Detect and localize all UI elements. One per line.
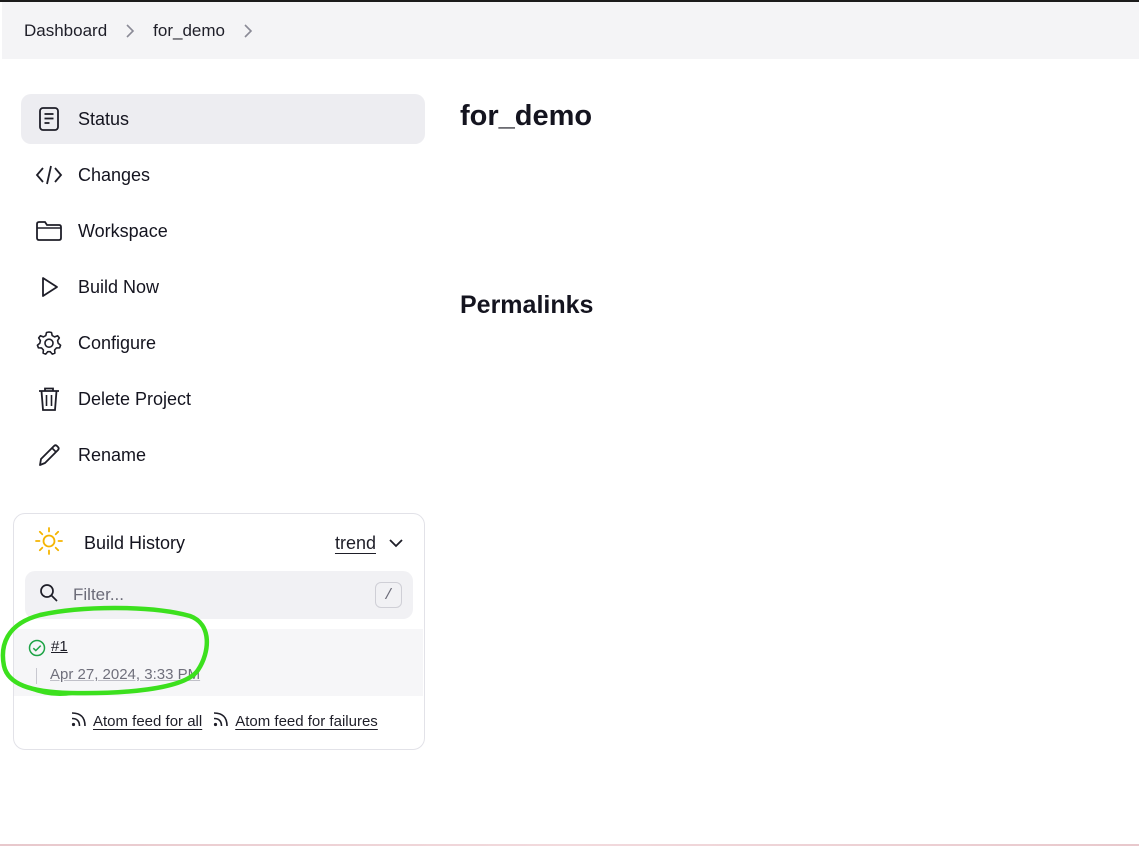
keyboard-shortcut-hint: /: [375, 582, 402, 608]
sidebar: Status Changes Workspace Build Now Confi…: [21, 94, 425, 486]
sidebar-item-label: Workspace: [78, 220, 168, 241]
rss-icon: [212, 710, 230, 732]
sidebar-item-build-now[interactable]: Build Now: [21, 262, 425, 312]
sidebar-item-rename[interactable]: Rename: [21, 430, 425, 480]
permalinks-heading: Permalinks: [460, 291, 594, 319]
chevron-down-icon[interactable]: [388, 536, 404, 554]
atom-feed-all-label: Atom feed for all: [93, 712, 203, 730]
atom-feed-all-link[interactable]: Atom feed for all: [70, 710, 202, 732]
search-icon: [39, 583, 59, 608]
build-date-link[interactable]: Apr 27, 2024, 3:33 PM: [50, 666, 200, 683]
build-history-header: Build History trend: [34, 526, 406, 561]
build-number-link[interactable]: #1: [51, 638, 68, 655]
status-icon: [35, 105, 63, 133]
filter-input[interactable]: [73, 585, 353, 605]
sidebar-item-label: Delete Project: [78, 388, 192, 409]
build-history-widget: Build History trend / #1 Apr 27, 2024, 3…: [13, 513, 425, 750]
bottom-border: [0, 844, 1139, 846]
atom-feed-failures-label: Atom feed for failures: [235, 712, 378, 730]
sidebar-item-label: Rename: [78, 444, 147, 465]
page-title: for_demo: [460, 100, 593, 132]
build-history-title: Build History: [84, 532, 186, 553]
sidebar-item-label: Build Now: [78, 276, 160, 297]
sidebar-item-workspace[interactable]: Workspace: [21, 206, 425, 256]
sidebar-item-delete-project[interactable]: Delete Project: [21, 374, 425, 424]
sun-icon: [34, 526, 64, 561]
code-icon: [35, 161, 63, 189]
chevron-right-icon[interactable]: [243, 23, 253, 39]
pencil-icon: [35, 441, 63, 469]
trash-icon: [35, 385, 63, 413]
breadcrumb: Dashboard for_demo: [2, 2, 1139, 59]
atom-feed-failures-link[interactable]: Atom feed for failures: [212, 710, 378, 732]
chevron-right-icon: [125, 23, 135, 39]
sidebar-item-status[interactable]: Status: [21, 94, 425, 144]
folder-icon: [35, 217, 63, 245]
filter-box: /: [25, 571, 413, 619]
atom-feeds: Atom feed for all Atom feed for failures: [70, 710, 378, 732]
build-divider: [36, 668, 37, 684]
sidebar-item-configure[interactable]: Configure: [21, 318, 425, 368]
play-icon: [35, 273, 63, 301]
trend-link[interactable]: trend: [335, 533, 376, 554]
build-row[interactable]: #1 Apr 27, 2024, 3:33 PM: [14, 629, 423, 696]
sidebar-item-label: Status: [78, 108, 130, 129]
sidebar-item-label: Changes: [78, 164, 151, 185]
rss-icon: [70, 710, 88, 732]
sidebar-item-label: Configure: [78, 332, 157, 353]
gear-icon: [35, 329, 63, 357]
success-check-icon: [28, 639, 46, 662]
sidebar-item-changes[interactable]: Changes: [21, 150, 425, 200]
breadcrumb-for-demo[interactable]: for_demo: [153, 21, 225, 41]
breadcrumb-dashboard[interactable]: Dashboard: [24, 21, 107, 41]
